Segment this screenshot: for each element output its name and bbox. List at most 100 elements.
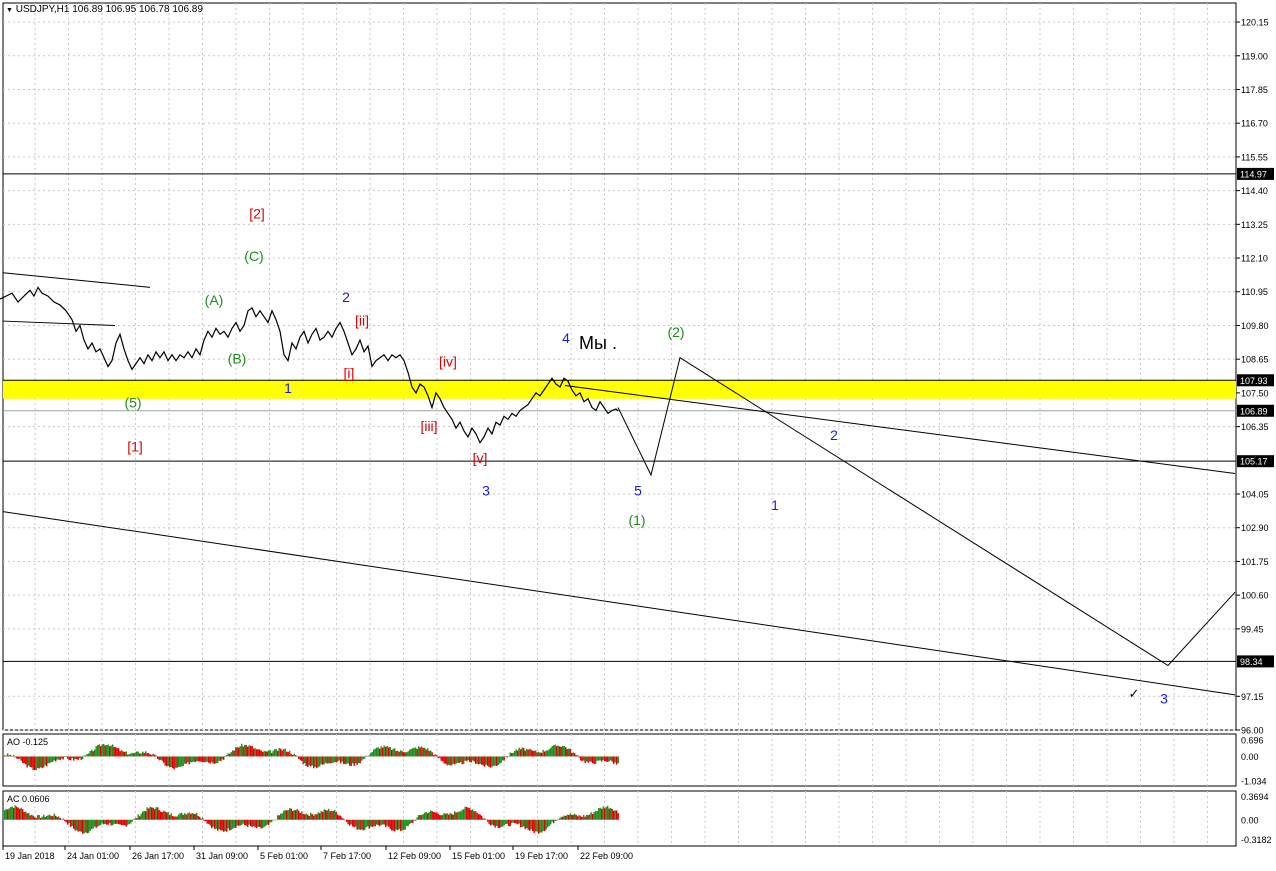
- ao-histogram-bar: [86, 753, 88, 757]
- ac-histogram-bar: [550, 819, 552, 825]
- ao-histogram-bar: [604, 756, 606, 761]
- wave-label[interactable]: [ii]: [355, 312, 369, 328]
- ao-histogram-bar: [418, 746, 420, 757]
- ao-histogram-bar: [185, 756, 187, 764]
- ao-histogram-bar: [277, 750, 279, 757]
- ao-histogram-bar: [515, 749, 517, 757]
- wave-label[interactable]: 1: [771, 497, 779, 513]
- wave-label[interactable]: [2]: [249, 205, 265, 221]
- ac-histogram-bar: [124, 819, 126, 826]
- ao-histogram-bar: [218, 756, 220, 761]
- ao-histogram-bar: [38, 756, 40, 769]
- ac-histogram-bar: [196, 812, 198, 820]
- ac-histogram-bar: [598, 808, 600, 820]
- wave-label[interactable]: [iii]: [420, 418, 437, 434]
- ao-histogram-bar: [82, 756, 84, 760]
- wave-label[interactable]: (2): [667, 324, 684, 340]
- ao-histogram-bar: [181, 756, 183, 767]
- ao-histogram-bar: [439, 756, 441, 759]
- ao-histogram-bar: [488, 756, 490, 767]
- ao-histogram-bar: [262, 751, 264, 757]
- ao-histogram-bar: [419, 747, 421, 757]
- time-axis-label: 5 Feb 01:00: [260, 851, 308, 861]
- ao-histogram-bar: [553, 745, 555, 757]
- ao-histogram-bar: [52, 756, 54, 763]
- ac-histogram-bar: [118, 819, 120, 825]
- ac-histogram-bar: [350, 819, 352, 825]
- wave-label[interactable]: (5): [124, 395, 141, 411]
- ao-histogram-bar: [359, 756, 361, 764]
- wave-label[interactable]: 2: [342, 289, 350, 305]
- ac-histogram-bar: [166, 812, 168, 820]
- ao-histogram-bar: [128, 754, 130, 757]
- ao-histogram-bar: [437, 756, 439, 759]
- wave-label[interactable]: (A): [205, 292, 224, 308]
- wave-label[interactable]: 3: [482, 482, 490, 498]
- ac-histogram-bar: [286, 810, 288, 820]
- ac-histogram-bar: [320, 810, 322, 820]
- price-tick-label: 114.40: [1241, 186, 1268, 196]
- wave-label[interactable]: (B): [228, 351, 247, 367]
- wave-label[interactable]: [iv]: [439, 354, 457, 370]
- ac-histogram-bar: [164, 811, 166, 820]
- ao-histogram-bar: [184, 756, 186, 764]
- ao-histogram-bar: [196, 756, 198, 762]
- ao-histogram-bar: [245, 744, 247, 757]
- ao-histogram-bar: [251, 746, 253, 757]
- ac-histogram-bar: [152, 807, 154, 820]
- wave-label[interactable]: [i]: [344, 365, 355, 381]
- chart-svg[interactable]: 120.15 119.00 117.85 116.70 115.55 114.40 113.…: [0, 0, 1276, 866]
- wave-label[interactable]: (1): [628, 512, 645, 528]
- ac-histogram-bar: [508, 819, 510, 826]
- ac-histogram-bar: [542, 819, 544, 832]
- ac-histogram-bar: [577, 816, 579, 820]
- ac-histogram-bar: [436, 812, 438, 820]
- wave-label[interactable]: [1]: [127, 439, 143, 455]
- wave-label[interactable]: 2: [830, 427, 838, 443]
- ao-histogram-bar: [217, 756, 219, 764]
- ao-histogram-bar: [34, 756, 36, 771]
- ac-histogram-bar: [73, 819, 75, 829]
- wave-label[interactable]: 1: [284, 380, 292, 396]
- wave-label[interactable]: Мы .: [579, 333, 617, 353]
- ao-histogram-bar: [610, 756, 612, 761]
- ac-histogram-bar: [136, 818, 138, 820]
- ac-histogram-bar: [74, 819, 76, 831]
- ao-histogram-bar: [475, 756, 477, 764]
- ac-histogram-bar: [493, 819, 495, 826]
- chart-root[interactable]: 120.15 119.00 117.85 116.70 115.55 114.40 113.…: [0, 0, 1276, 866]
- price-tick-label: 117.85: [1241, 85, 1268, 95]
- ao-histogram-bar: [35, 756, 37, 770]
- ao-histogram-bar: [524, 750, 526, 757]
- ac-histogram-bar: [146, 807, 148, 820]
- ac-histogram-bar: [553, 819, 555, 824]
- chart-header: ▼ USDJPY,H1 106.89 106.95 106.78 106.89: [6, 4, 203, 15]
- ac-histogram-bar: [479, 814, 481, 820]
- wave-label[interactable]: 4: [562, 330, 570, 346]
- collapse-arrow-icon[interactable]: ▼: [6, 7, 13, 14]
- ac-histogram-bar: [10, 807, 12, 820]
- ac-histogram-bar: [370, 819, 372, 827]
- ao-histogram-bar: [317, 756, 319, 768]
- wave-label[interactable]: [v]: [473, 450, 488, 466]
- ao-histogram-bar: [97, 745, 99, 757]
- wave-label[interactable]: (C): [244, 248, 263, 264]
- ac-histogram-bar: [368, 819, 370, 829]
- ac-histogram-bar: [56, 816, 58, 820]
- ao-histogram-bar: [407, 751, 409, 757]
- ac-histogram-bar: [538, 819, 540, 834]
- ao-histogram-bar: [289, 750, 291, 757]
- ao-histogram-bar: [541, 752, 543, 757]
- wave-label[interactable]: 5: [634, 482, 642, 498]
- ac-histogram-bar: [566, 814, 568, 820]
- wave-label[interactable]: 3: [1160, 691, 1168, 707]
- ac-histogram-bar: [616, 810, 618, 820]
- ac-histogram-bar: [68, 819, 70, 824]
- ao-histogram-bar: [31, 756, 33, 768]
- ao-histogram-bar: [58, 756, 60, 760]
- ao-histogram-bar: [173, 756, 175, 770]
- ac-histogram-bar: [509, 819, 511, 827]
- ac-histogram-bar: [551, 819, 553, 822]
- price-tick-label: 115.55: [1241, 152, 1268, 162]
- ac-histogram-bar: [211, 819, 213, 829]
